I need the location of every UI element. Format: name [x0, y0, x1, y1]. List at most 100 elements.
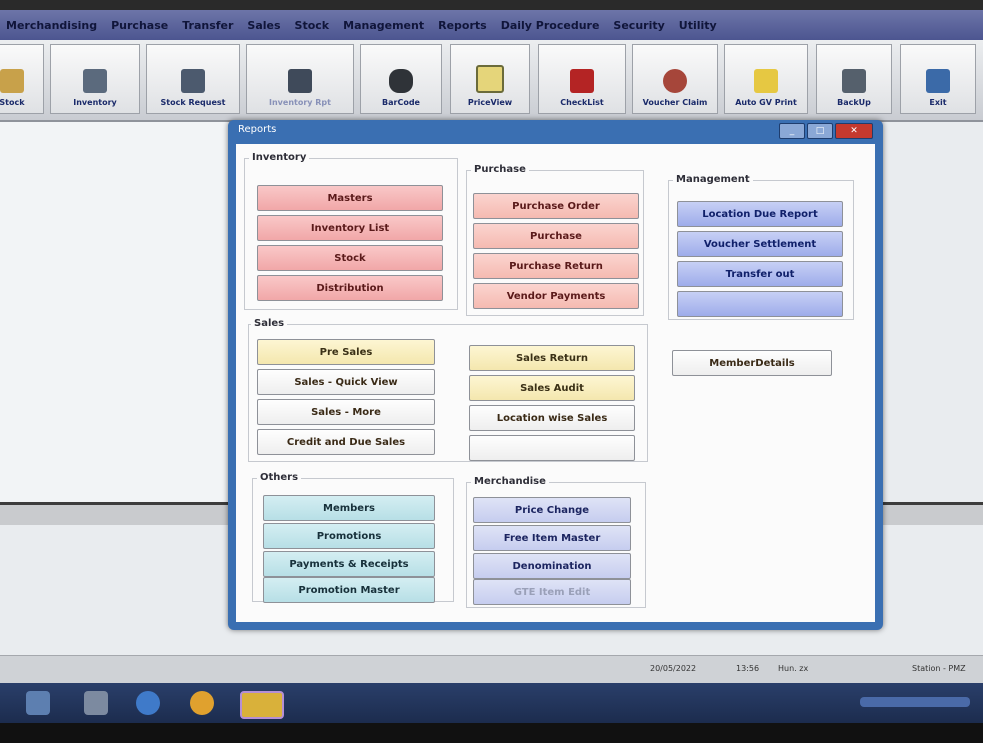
promotion-master-button[interactable]: Promotion Master: [263, 577, 435, 603]
vendor-payments-button[interactable]: Vendor Payments: [473, 283, 639, 309]
stock-button[interactable]: Stock: [257, 245, 443, 271]
status-station: Station - PMZ: [912, 664, 966, 673]
toolbar-stock-button[interactable]: Stock: [0, 44, 44, 114]
toolbar-inventory-rpt-label: Inventory Rpt: [269, 98, 331, 107]
status-time: 13:56: [736, 664, 760, 673]
status-extra: Hun. zx: [778, 664, 809, 673]
denomination-button[interactable]: Denomination: [473, 553, 631, 579]
toolbar-checklist-label: CheckList: [560, 98, 604, 107]
reports-panel: Inventory Masters Inventory List Stock D…: [236, 144, 875, 622]
toolbar-inventory-label: Inventory: [73, 98, 117, 107]
purchase-group: Purchase Purchase Order Purchase Purchas…: [466, 164, 644, 316]
inventory-group: Inventory Masters Inventory List Stock D…: [244, 152, 458, 310]
purchase-return-button[interactable]: Purchase Return: [473, 253, 639, 279]
menu-security[interactable]: Security: [613, 19, 664, 32]
reports-window: Reports _ □ ✕ Inventory Masters Inventor…: [228, 120, 883, 630]
monitor-bezel-top: [0, 0, 983, 10]
toolbar-stock-label: Stock: [0, 98, 25, 107]
price-change-button[interactable]: Price Change: [473, 497, 631, 523]
menu-stock[interactable]: Stock: [295, 19, 330, 32]
inventory-icon: [83, 69, 107, 93]
promotions-button[interactable]: Promotions: [263, 523, 435, 549]
system-tray-icon[interactable]: [860, 697, 970, 707]
free-item-master-button[interactable]: Free Item Master: [473, 525, 631, 551]
gv-print-icon: [754, 69, 778, 93]
pre-sales-button[interactable]: Pre Sales: [257, 339, 435, 365]
management-blank-button[interactable]: [677, 291, 843, 317]
toolbar-barcode-button[interactable]: BarCode: [360, 44, 442, 114]
sales-return-button[interactable]: Sales Return: [469, 345, 635, 371]
management-group: Management Location Due Report Voucher S…: [668, 174, 854, 320]
minimize-icon[interactable]: _: [779, 123, 805, 139]
members-button[interactable]: Members: [263, 495, 435, 521]
sales-more-button[interactable]: Sales - More: [257, 399, 435, 425]
purchase-button[interactable]: Purchase: [473, 223, 639, 249]
status-date: 20/05/2022: [650, 664, 697, 673]
voucher-settlement-button[interactable]: Voucher Settlement: [677, 231, 843, 257]
report-icon: [288, 69, 312, 93]
menu-reports[interactable]: Reports: [438, 19, 487, 32]
location-wise-sales-button[interactable]: Location wise Sales: [469, 405, 635, 431]
toolbar-checklist-button[interactable]: CheckList: [538, 44, 626, 114]
app-icon[interactable]: [240, 691, 284, 719]
monitor-bezel-bottom: [0, 723, 983, 743]
transfer-out-button[interactable]: Transfer out: [677, 261, 843, 287]
sales-audit-button[interactable]: Sales Audit: [469, 375, 635, 401]
chrome-icon[interactable]: [190, 691, 214, 715]
desktop-screen: Merchandising Purchase Transfer Sales St…: [0, 0, 983, 743]
toolbar-barcode-label: BarCode: [382, 98, 420, 107]
sales-group-title: Sales: [251, 318, 288, 329]
price-view-icon: [476, 65, 504, 93]
start-icon[interactable]: [26, 691, 50, 715]
barcode-printer-icon: [389, 69, 413, 93]
inventory-group-title: Inventory: [249, 152, 310, 163]
toolbar-backup-label: BackUp: [837, 98, 871, 107]
exit-icon: [926, 69, 950, 93]
toolbar-exit-label: Exit: [929, 98, 947, 107]
stock-request-icon: [181, 69, 205, 93]
toolbar-backup-button[interactable]: BackUp: [816, 44, 892, 114]
payments-receipts-button[interactable]: Payments & Receipts: [263, 551, 435, 577]
menu-utility[interactable]: Utility: [679, 19, 717, 32]
toolbar-inventory-button[interactable]: Inventory: [50, 44, 140, 114]
checklist-icon: [570, 69, 594, 93]
location-due-report-button[interactable]: Location Due Report: [677, 201, 843, 227]
purchase-order-button[interactable]: Purchase Order: [473, 193, 639, 219]
gte-item-edit-button[interactable]: GTE Item Edit: [473, 579, 631, 605]
inventory-list-button[interactable]: Inventory List: [257, 215, 443, 241]
purchase-group-title: Purchase: [471, 164, 529, 175]
toolbar: Stock Inventory Stock Request Inventory …: [0, 40, 983, 122]
management-group-title: Management: [673, 174, 753, 185]
menu-daily-procedure[interactable]: Daily Procedure: [501, 19, 600, 32]
toolbar-exit-button[interactable]: Exit: [900, 44, 976, 114]
toolbar-auto-gv-print-button[interactable]: Auto GV Print: [724, 44, 808, 114]
toolbar-priceview-label: PriceView: [467, 98, 513, 107]
toolbar-voucher-claim-label: Voucher Claim: [642, 98, 708, 107]
distribution-button[interactable]: Distribution: [257, 275, 443, 301]
menu-management[interactable]: Management: [343, 19, 424, 32]
backup-icon: [842, 69, 866, 93]
menu-transfer[interactable]: Transfer: [182, 19, 233, 32]
member-details-button[interactable]: MemberDetails: [672, 350, 832, 376]
menu-merchandising[interactable]: Merchandising: [6, 19, 97, 32]
masters-button[interactable]: Masters: [257, 185, 443, 211]
toolbar-voucher-claim-button[interactable]: Voucher Claim: [632, 44, 718, 114]
close-icon[interactable]: ✕: [835, 123, 873, 139]
others-group-title: Others: [257, 472, 302, 483]
others-group: Others Members Promotions Payments & Rec…: [252, 472, 454, 603]
menu-purchase[interactable]: Purchase: [111, 19, 168, 32]
sales-blank-button[interactable]: [469, 435, 635, 461]
explorer-icon[interactable]: [84, 691, 108, 715]
status-bar: 20/05/2022 13:56 Hun. zx Station - PMZ: [0, 655, 983, 684]
sales-group: Sales Pre Sales Sales - Quick View Sales…: [248, 318, 648, 462]
menu-bar: Merchandising Purchase Transfer Sales St…: [0, 10, 983, 40]
menu-sales[interactable]: Sales: [247, 19, 280, 32]
toolbar-inventory-rpt-button[interactable]: Inventory Rpt: [246, 44, 354, 114]
toolbar-stock-request-button[interactable]: Stock Request: [146, 44, 240, 114]
credit-and-due-sales-button[interactable]: Credit and Due Sales: [257, 429, 435, 455]
ie-icon[interactable]: [136, 691, 160, 715]
toolbar-priceview-button[interactable]: PriceView: [450, 44, 530, 114]
sales-quick-view-button[interactable]: Sales - Quick View: [257, 369, 435, 395]
voucher-icon: [663, 69, 687, 93]
maximize-icon[interactable]: □: [807, 123, 833, 139]
